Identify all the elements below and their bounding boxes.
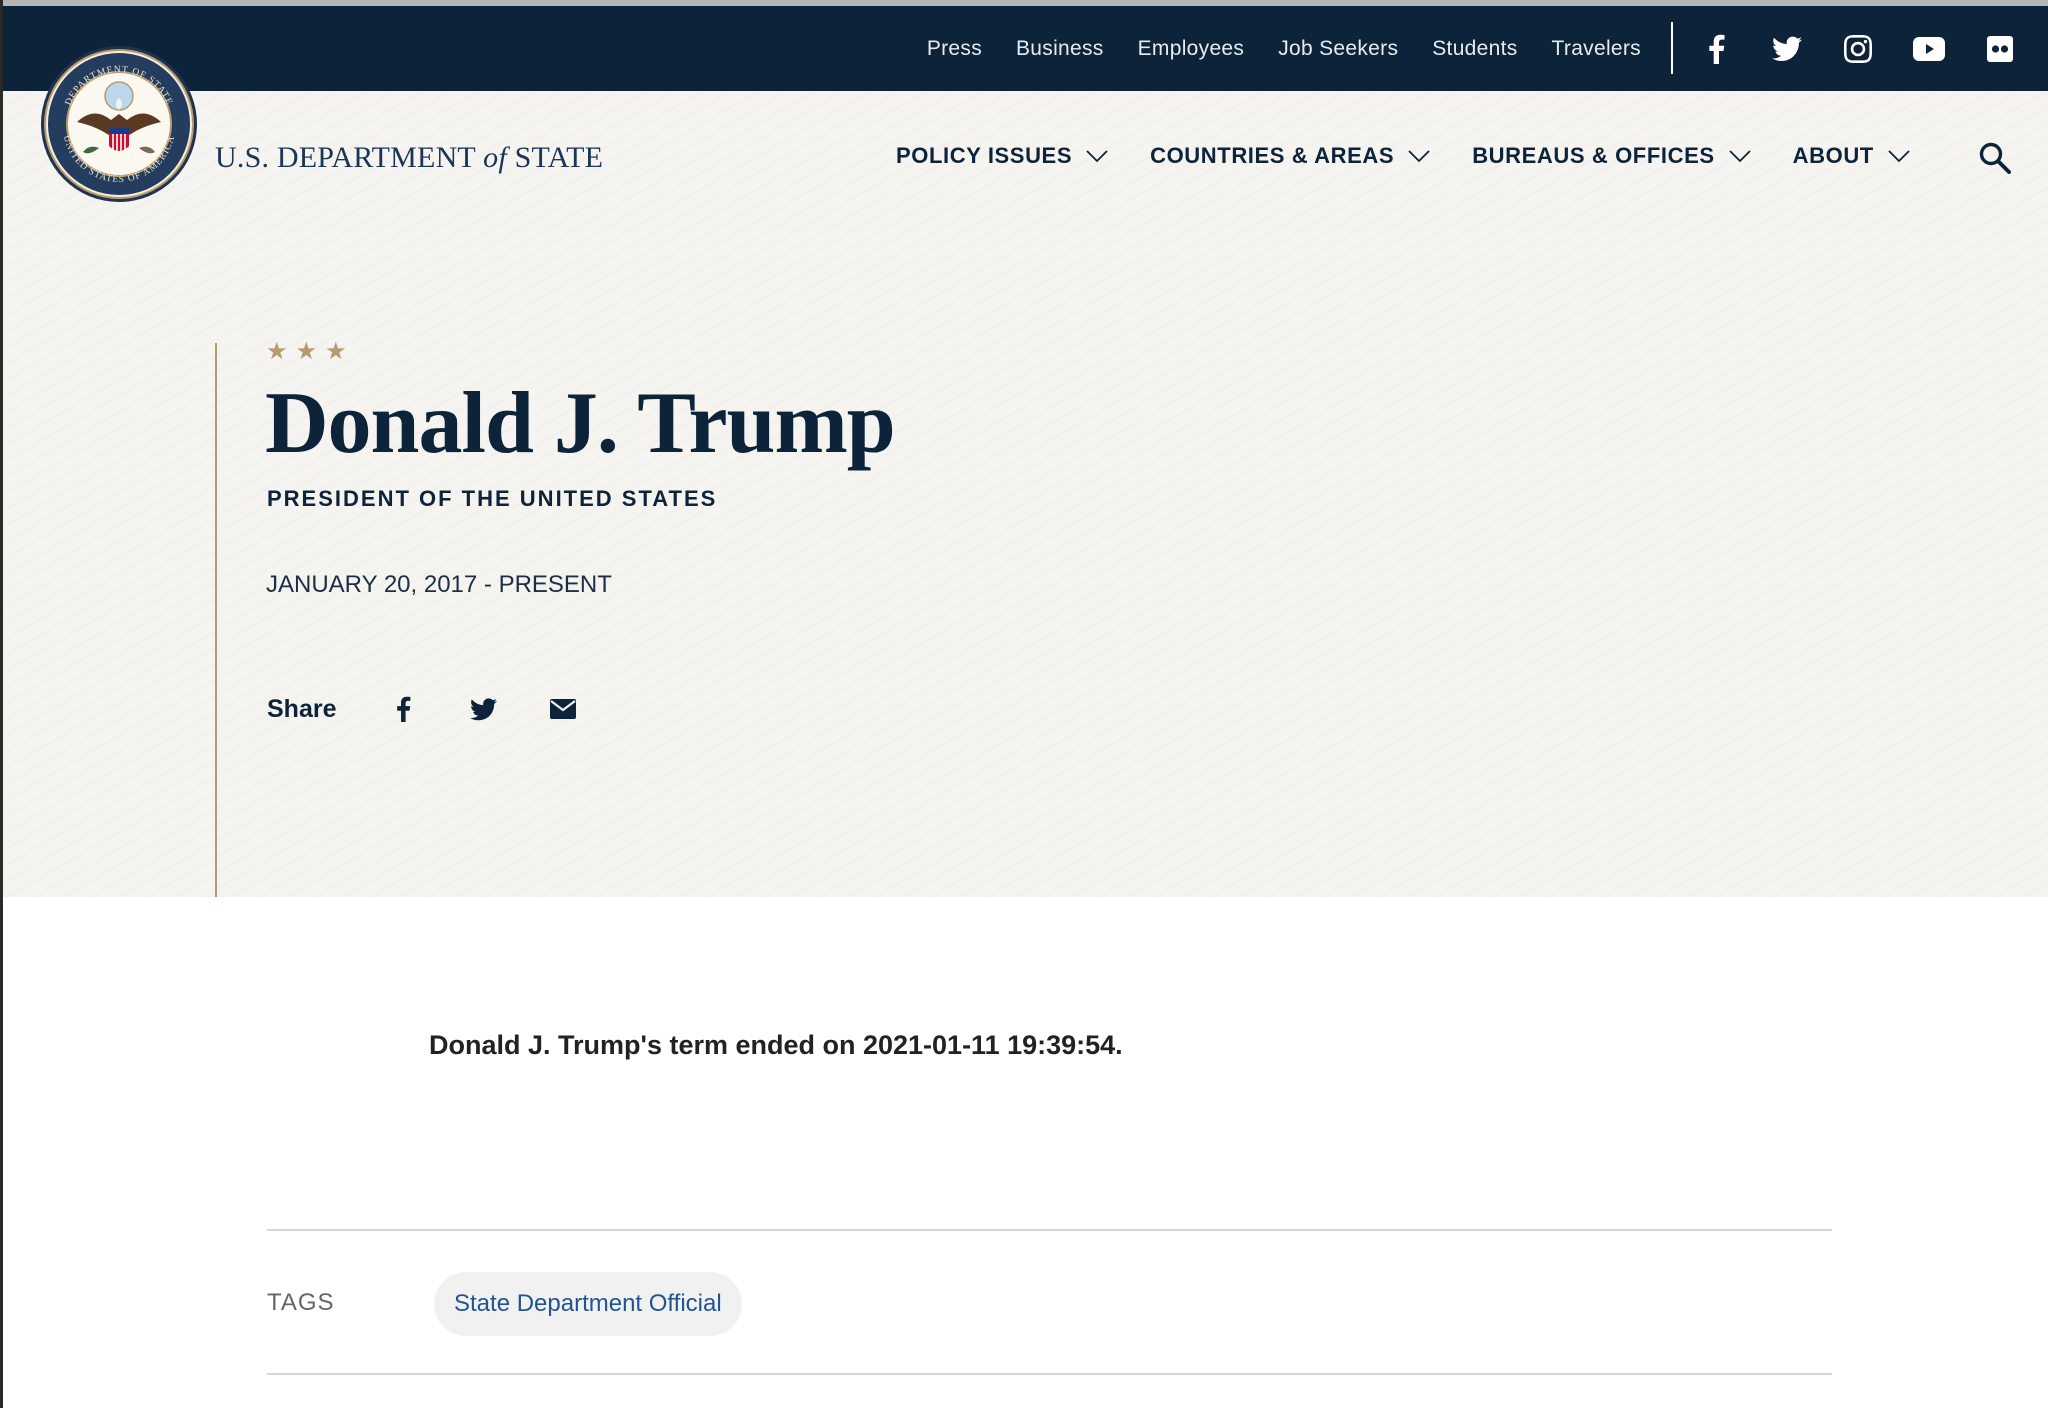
utility-link-students[interactable]: Students (1432, 37, 1517, 61)
department-seal-logo[interactable]: DEPARTMENT OF STATE UNITED STATES OF AME… (39, 44, 199, 204)
site-wordmark[interactable]: U.S. DEPARTMENT of STATE (215, 141, 603, 175)
chevron-down-icon (1086, 150, 1108, 163)
window-left-edge (0, 0, 3, 1408)
wordmark-of: of (483, 141, 507, 174)
search-button[interactable] (1978, 141, 2012, 175)
tags-bottom-divider (267, 1373, 1832, 1375)
nav-item-label: COUNTRIES & AREAS (1150, 143, 1395, 168)
page-title: Donald J. Trump (265, 375, 896, 472)
tag-state-department-official[interactable]: State Department Official (434, 1272, 742, 1336)
chevron-down-icon (1408, 150, 1430, 163)
nav-item-label: BUREAUS & OFFICES (1472, 143, 1715, 168)
social-links (1700, 6, 2016, 91)
nav-item-label: POLICY ISSUES (896, 143, 1073, 168)
hero-accent-rule (215, 343, 217, 897)
utility-divider (1671, 22, 1673, 74)
utility-link-business[interactable]: Business (1016, 37, 1104, 61)
chevron-down-icon (1728, 150, 1751, 163)
hero-stars: ★★★ (266, 338, 355, 365)
wordmark-suffix: STATE (506, 141, 604, 174)
nav-item-countries-areas[interactable]: COUNTRIES & AREAS (1150, 143, 1430, 169)
nav-item-about[interactable]: ABOUT (1793, 143, 1910, 169)
main-nav: POLICY ISSUES COUNTRIES & AREAS BUREAUS … (896, 143, 1910, 169)
utility-link-press[interactable]: Press (927, 37, 982, 61)
tags-label: TAGS (267, 1289, 335, 1316)
share-email-icon[interactable] (548, 694, 578, 724)
utility-link-travelers[interactable]: Travelers (1552, 37, 1641, 61)
nav-item-bureaus-offices[interactable]: BUREAUS & OFFICES (1472, 143, 1751, 169)
person-position: PRESIDENT OF THE UNITED STATES (267, 486, 718, 511)
nav-item-label: ABOUT (1792, 143, 1874, 168)
term-dates: JANUARY 20, 2017 - PRESENT (266, 571, 612, 598)
term-ended-note: Donald J. Trump's term ended on 2021-01-… (429, 1030, 1123, 1060)
share-facebook-icon[interactable] (388, 694, 418, 724)
search-icon (1979, 142, 2011, 174)
youtube-icon[interactable] (1913, 33, 1945, 65)
utility-link-employees[interactable]: Employees (1138, 37, 1245, 61)
wordmark-prefix: U.S. DEPARTMENT (215, 141, 484, 174)
flickr-icon[interactable] (1984, 33, 2016, 65)
twitter-icon[interactable] (1771, 33, 1803, 65)
tags-top-divider (267, 1229, 1832, 1231)
chevron-down-icon (1888, 150, 1910, 163)
nav-item-policy-issues[interactable]: POLICY ISSUES (896, 143, 1108, 169)
utility-nav: Press Business Employees Job Seekers Stu… (927, 6, 1641, 91)
utility-link-job-seekers[interactable]: Job Seekers (1278, 37, 1398, 61)
share-label: Share (267, 694, 337, 723)
share-twitter-icon[interactable] (468, 694, 498, 724)
instagram-icon[interactable] (1842, 33, 1874, 65)
facebook-icon[interactable] (1700, 33, 1732, 65)
utility-bar: Press Business Employees Job Seekers Stu… (0, 6, 2048, 91)
share-bar: Share (267, 694, 628, 724)
